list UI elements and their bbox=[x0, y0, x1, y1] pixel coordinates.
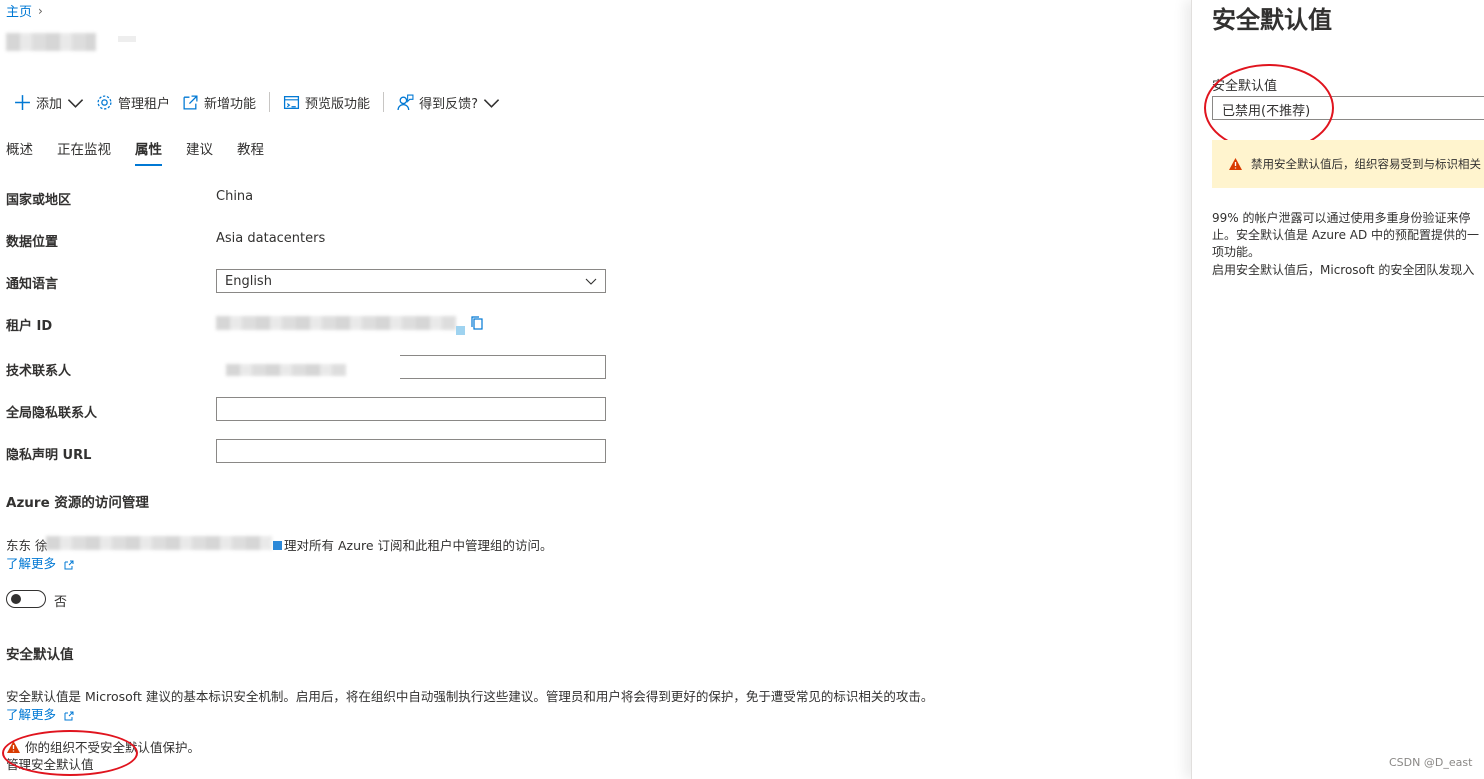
tech-contact-redacted bbox=[226, 364, 346, 376]
feedback-person-icon bbox=[397, 94, 414, 110]
notify-language-label: 通知语言 bbox=[6, 277, 59, 292]
security-defaults-select[interactable]: 已禁用(不推荐) bbox=[1212, 96, 1484, 120]
user-name-redacted bbox=[46, 536, 272, 550]
preview-icon bbox=[284, 95, 300, 109]
manage-tenant-label: 管理租户 bbox=[118, 96, 171, 112]
command-toolbar: 添加 管理租户 新增功能 预览版功能 得到反馈? bbox=[8, 90, 506, 114]
toggle-knob bbox=[11, 594, 21, 604]
chevron-down-icon bbox=[483, 98, 500, 108]
warning-icon bbox=[7, 740, 20, 753]
new-feature-button[interactable]: 新增功能 bbox=[176, 90, 262, 114]
tenant-id-redacted bbox=[216, 316, 456, 330]
chevron-right-icon: › bbox=[38, 3, 43, 18]
data-location-label: 数据位置 bbox=[6, 235, 59, 250]
notify-language-select[interactable]: English bbox=[216, 269, 606, 293]
privacy-url-label: 隐私声明 URL bbox=[6, 448, 92, 463]
security-learn-more[interactable]: 了解更多 bbox=[6, 704, 74, 723]
tab-properties[interactable]: 属性 bbox=[135, 138, 162, 166]
redaction-mark bbox=[118, 36, 136, 42]
azure-access-text-prefix: 东东 徐 bbox=[6, 538, 48, 553]
azure-access-title: Azure 资源的访问管理 bbox=[6, 495, 149, 511]
warning-icon bbox=[1229, 158, 1242, 170]
new-feature-label: 新增功能 bbox=[204, 96, 257, 112]
global-privacy-label: 全局隐私联系人 bbox=[6, 406, 98, 421]
azure-access-toggle[interactable] bbox=[6, 590, 46, 608]
azure-learn-more-link[interactable]: 了解更多 bbox=[6, 556, 56, 571]
toolbar-divider bbox=[383, 92, 385, 112]
preview-features-button[interactable]: 预览版功能 bbox=[277, 90, 376, 114]
watermark: CSDN @D_east bbox=[1389, 756, 1473, 769]
chevron-down-icon bbox=[585, 278, 597, 285]
toolbar-divider bbox=[269, 92, 271, 112]
tenant-id-label: 租户 ID bbox=[6, 319, 53, 334]
external-link-icon bbox=[64, 560, 74, 569]
security-learn-more-link[interactable]: 了解更多 bbox=[6, 707, 56, 722]
panel-warning-banner: 禁用安全默认值后，组织容易受到与标识相关 bbox=[1212, 140, 1484, 188]
azure-access-toggle-label: 否 bbox=[54, 595, 68, 610]
breadcrumb-home-link[interactable]: 主页 bbox=[6, 1, 32, 20]
security-defaults-description: 安全默认值是 Microsoft 建议的基本标识安全机制。启用后，将在组织中自动… bbox=[6, 689, 934, 704]
tab-overview[interactable]: 概述 bbox=[6, 138, 33, 166]
manage-tenant-button[interactable]: 管理租户 bbox=[90, 90, 176, 114]
open-external-icon bbox=[183, 94, 198, 110]
tab-recommendations[interactable]: 建议 bbox=[186, 138, 213, 166]
security-defaults-title: 安全默认值 bbox=[6, 647, 74, 663]
panel-title: 安全默认值 bbox=[1212, 6, 1332, 34]
redaction-mark bbox=[273, 541, 282, 550]
manage-security-defaults-link[interactable]: 管理安全默认值 bbox=[6, 754, 94, 773]
preview-features-label: 预览版功能 bbox=[305, 96, 371, 112]
redaction-mark bbox=[456, 326, 465, 335]
tab-tutorials[interactable]: 教程 bbox=[237, 138, 264, 166]
panel-paragraph-mfa: 99% 的帐户泄露可以通过使用多重身份验证来停止。安全默认值是 Azure AD… bbox=[1212, 211, 1480, 259]
add-button[interactable]: 添加 bbox=[8, 90, 90, 114]
country-label: 国家或地区 bbox=[6, 193, 72, 208]
feedback-button[interactable]: 得到反馈? bbox=[391, 90, 506, 114]
tech-contact-label: 技术联系人 bbox=[6, 364, 72, 379]
plus-icon bbox=[15, 94, 30, 110]
panel-field-label: 安全默认值 bbox=[1212, 79, 1278, 94]
security-defaults-panel: 安全默认值 安全默认值 已禁用(不推荐) 禁用安全默认值后，组织容易受到与标识相… bbox=[1191, 0, 1484, 779]
add-button-label: 添加 bbox=[36, 96, 63, 112]
tab-monitoring[interactable]: 正在监视 bbox=[57, 138, 111, 166]
breadcrumb: 主页 › bbox=[6, 1, 43, 21]
tenant-name-redacted bbox=[6, 33, 96, 51]
copy-icon[interactable] bbox=[469, 315, 485, 331]
chevron-down-icon bbox=[67, 98, 84, 108]
panel-warning-text: 禁用安全默认值后，组织容易受到与标识相关 bbox=[1251, 157, 1481, 171]
notify-language-value: English bbox=[225, 273, 272, 289]
azure-learn-more[interactable]: 了解更多 bbox=[6, 553, 74, 572]
azure-access-text-suffix: 理对所有 Azure 订阅和此租户中管理组的访问。 bbox=[284, 538, 553, 553]
panel-paragraph-enable: 启用安全默认值后，Microsoft 的安全团队发现入 bbox=[1212, 263, 1475, 277]
data-location-value: Asia datacenters bbox=[216, 231, 326, 246]
global-privacy-input[interactable] bbox=[216, 397, 606, 421]
gear-icon bbox=[97, 94, 112, 110]
tab-bar: 概述 正在监视 属性 建议 教程 bbox=[6, 138, 264, 166]
privacy-url-input[interactable] bbox=[216, 439, 606, 463]
feedback-label: 得到反馈? bbox=[419, 96, 478, 112]
country-value: China bbox=[216, 189, 254, 204]
external-link-icon bbox=[64, 711, 74, 720]
